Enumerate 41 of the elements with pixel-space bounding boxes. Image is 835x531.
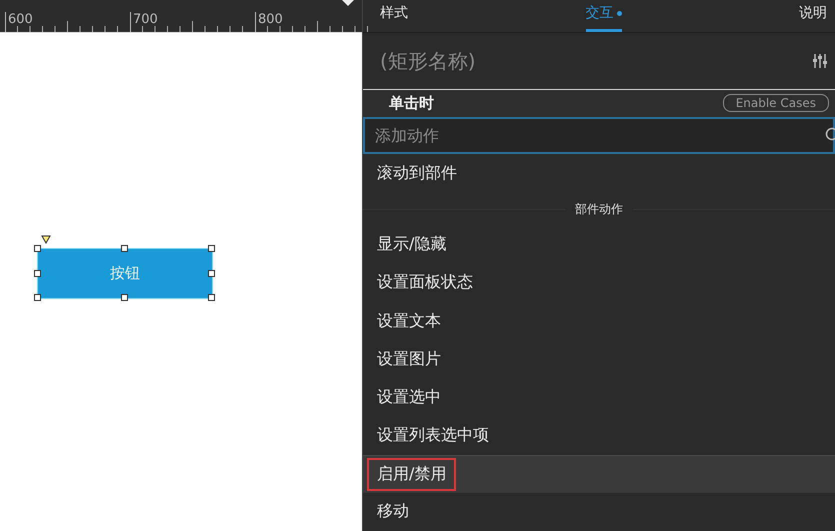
enable-cases-button[interactable]: Enable Cases — [722, 94, 829, 112]
panel-tab[interactable]: 交互 — [586, 0, 622, 32]
marker-icon — [342, 0, 354, 7]
resize-handle[interactable] — [34, 294, 41, 301]
action-item[interactable]: 显示/隐藏 — [363, 226, 835, 264]
action-label: 设置面板状态 — [376, 271, 474, 294]
resize-handle[interactable] — [34, 245, 41, 252]
event-title: 单击时 — [389, 94, 434, 113]
action-label: 显示/隐藏 — [376, 233, 448, 256]
ruler-label: 800 — [258, 12, 283, 27]
panel-tab[interactable]: 说明 — [799, 0, 827, 32]
resize-handle[interactable] — [121, 294, 128, 301]
action-label: 设置列表选中项 — [376, 424, 490, 446]
action-label: 设置文本 — [376, 310, 442, 332]
name-field[interactable]: (矩形名称) — [380, 48, 680, 73]
search-field[interactable]: 添加动作 — [363, 117, 835, 154]
action-item[interactable]: 设置文本 — [363, 302, 835, 340]
ruler-label: 700 — [133, 12, 158, 27]
widget-label: 按钮 — [110, 264, 140, 283]
resize-handle[interactable] — [34, 270, 41, 276]
action-item[interactable]: 启用/禁用 — [363, 454, 835, 493]
sliders-icon[interactable] — [813, 52, 827, 69]
resize-handle[interactable] — [208, 294, 215, 301]
action-label: 滚动到部件 — [376, 162, 458, 184]
action-item[interactable]: 设置列表选中项 — [363, 416, 835, 455]
action-label: 启用/禁用 — [367, 458, 456, 491]
section-label: 部件动作 — [575, 200, 623, 218]
action-label: 设置选中 — [376, 386, 442, 408]
action-item[interactable]: 设置选中 — [363, 378, 835, 416]
ruler-label: 600 — [8, 12, 33, 27]
action-label: 设置图片 — [376, 348, 442, 370]
triangle-icon — [41, 235, 51, 244]
panel-tab[interactable]: 样式 — [380, 0, 408, 32]
action-item[interactable]: 设置面板状态 — [363, 264, 835, 302]
action-item[interactable]: 设置图片 — [363, 340, 835, 378]
resize-handle[interactable] — [121, 245, 128, 252]
action-label: 移动 — [376, 500, 410, 522]
resize-handle[interactable] — [208, 245, 215, 252]
action-item[interactable]: 滚动到部件 — [363, 154, 835, 192]
resize-handle[interactable] — [208, 270, 215, 276]
action-item[interactable]: 移动 — [363, 492, 835, 531]
